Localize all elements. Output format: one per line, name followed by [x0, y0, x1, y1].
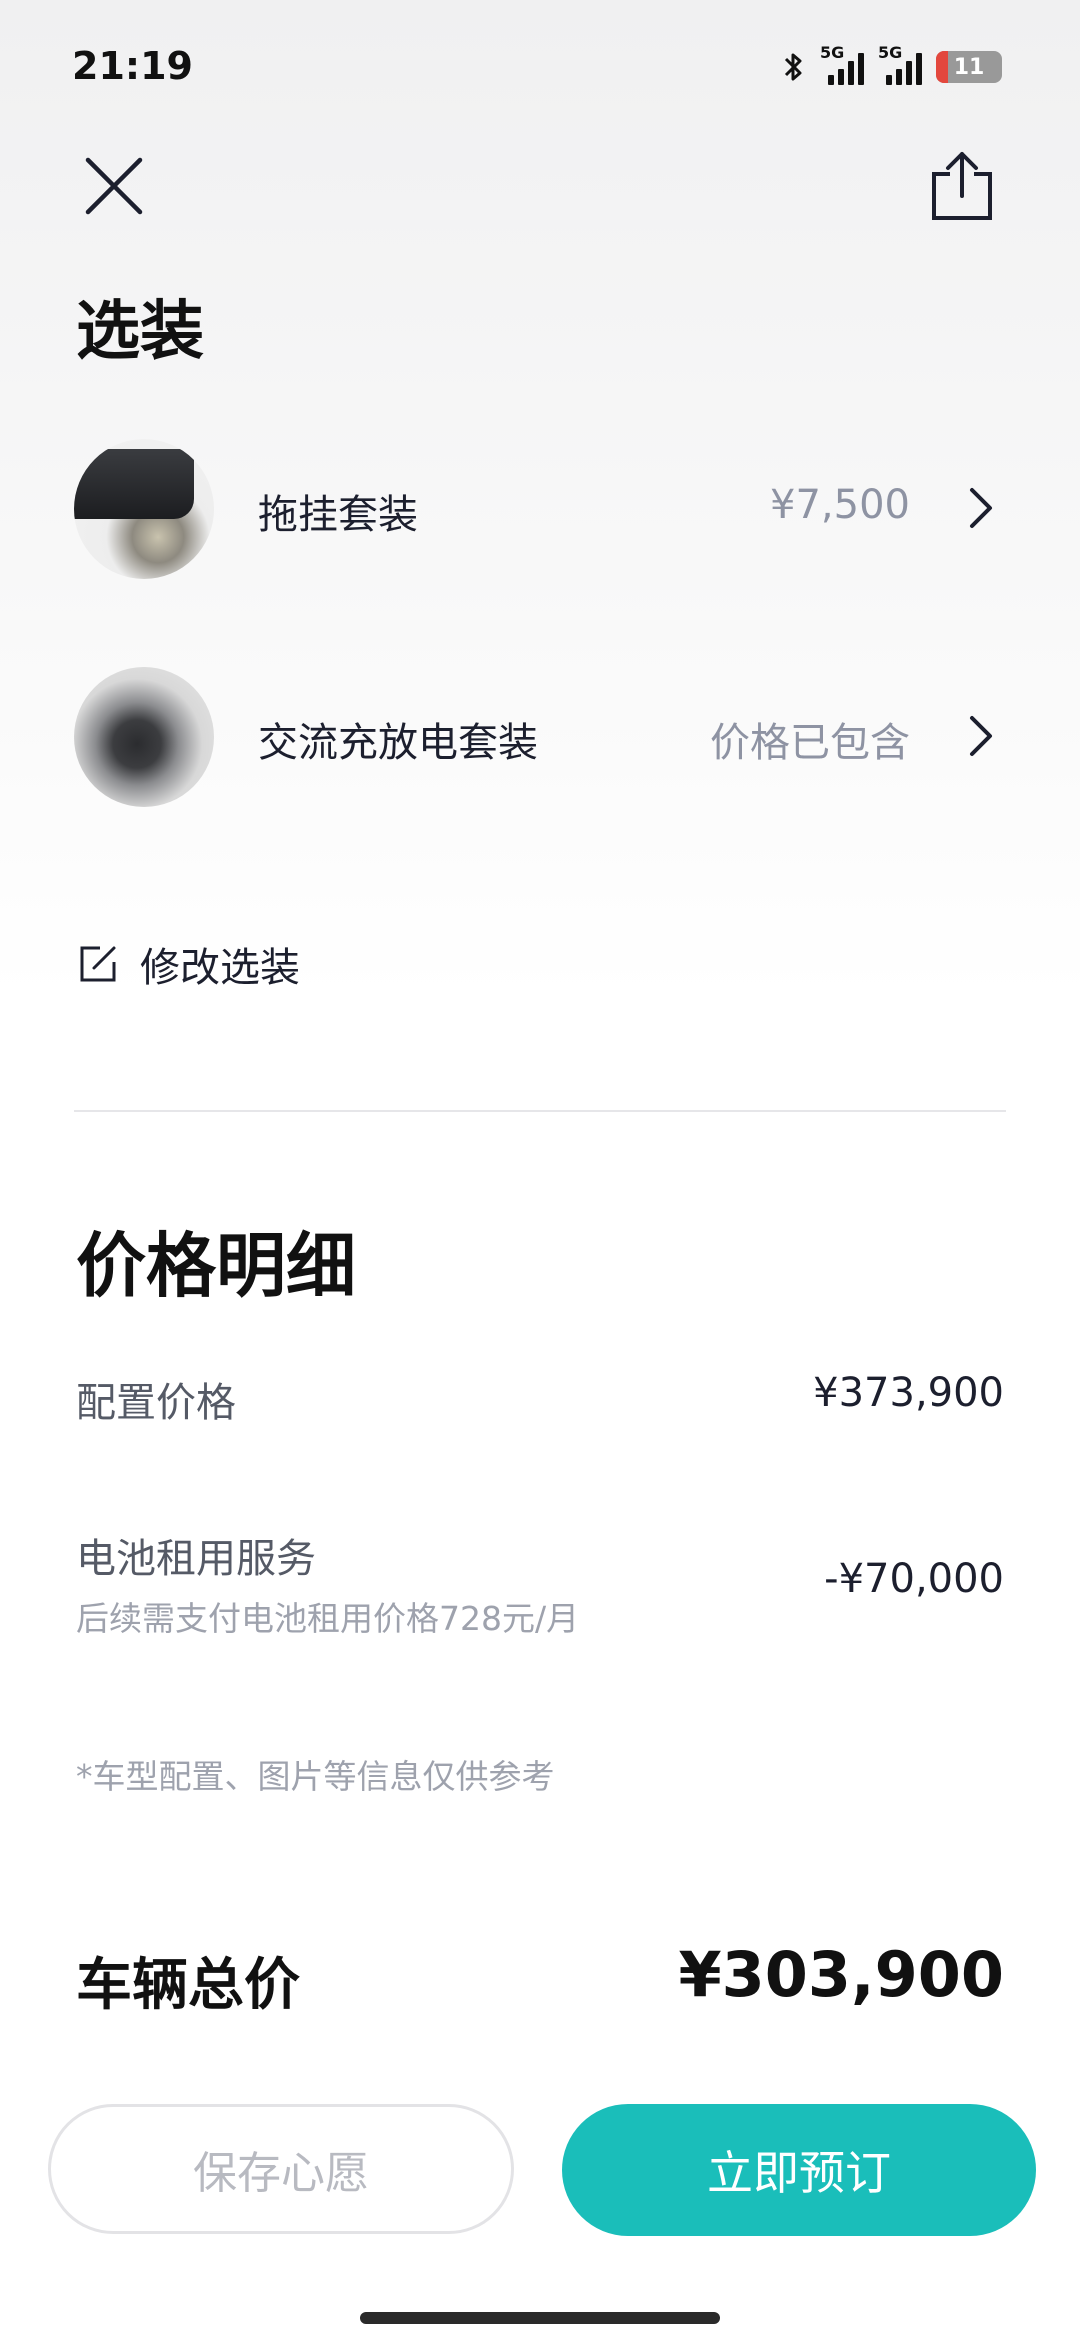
- option-price: ¥7,500: [770, 482, 910, 528]
- edit-icon: [80, 946, 116, 982]
- charging-kit-image: [74, 667, 214, 807]
- chevron-right-icon: [970, 716, 992, 756]
- close-icon[interactable]: [78, 150, 150, 222]
- modify-options-button[interactable]: 修改选装: [78, 935, 300, 993]
- total-price-value: ¥303,900: [678, 1938, 1004, 2011]
- options-title: 选装: [76, 295, 204, 369]
- config-price-value: ¥373,900: [813, 1370, 1004, 1416]
- price-details-title: 价格明细: [76, 1225, 356, 1307]
- share-icon[interactable]: [926, 148, 998, 226]
- save-wish-button[interactable]: 保存心愿: [48, 2104, 514, 2234]
- signal-icon-2: 5G: [878, 43, 922, 85]
- status-icons: 5G 5G 11: [782, 43, 1002, 88]
- battery-rental-value: -¥70,000: [824, 1556, 1004, 1602]
- modify-options-label: 修改选装: [140, 945, 300, 991]
- network-type-2: 5G: [878, 43, 903, 62]
- total-price-label: 车辆总价: [76, 1953, 300, 2018]
- bluetooth-icon: [784, 53, 802, 81]
- option-name: 交流充放电套装: [258, 720, 538, 766]
- disclaimer-note: *车型配置、图片等信息仅供参考: [76, 1757, 555, 1796]
- divider: [74, 1110, 1006, 1112]
- option-row-charging[interactable]: 交流充放电套装 价格已包含: [0, 662, 1080, 812]
- battery-level: 11: [953, 54, 985, 80]
- option-name: 拖挂套装: [258, 492, 418, 538]
- option-price: 价格已包含: [710, 720, 910, 766]
- order-now-button[interactable]: 立即预订: [562, 2104, 1036, 2236]
- network-type-1: 5G: [820, 43, 845, 62]
- status-time: 21:19: [72, 44, 193, 88]
- battery-rental-label: 电池租用服务: [76, 1536, 316, 1582]
- config-price-label: 配置价格: [76, 1380, 236, 1426]
- towing-kit-image: [74, 439, 214, 579]
- signal-icon: 5G: [820, 43, 864, 85]
- home-indicator[interactable]: [360, 2312, 720, 2324]
- battery-icon: 11: [936, 51, 1002, 83]
- chevron-right-icon: [970, 488, 992, 528]
- battery-rental-note: 后续需支付电池租用价格728元/月: [76, 1599, 580, 1638]
- option-row-towing[interactable]: 拖挂套装 ¥7,500: [0, 434, 1080, 584]
